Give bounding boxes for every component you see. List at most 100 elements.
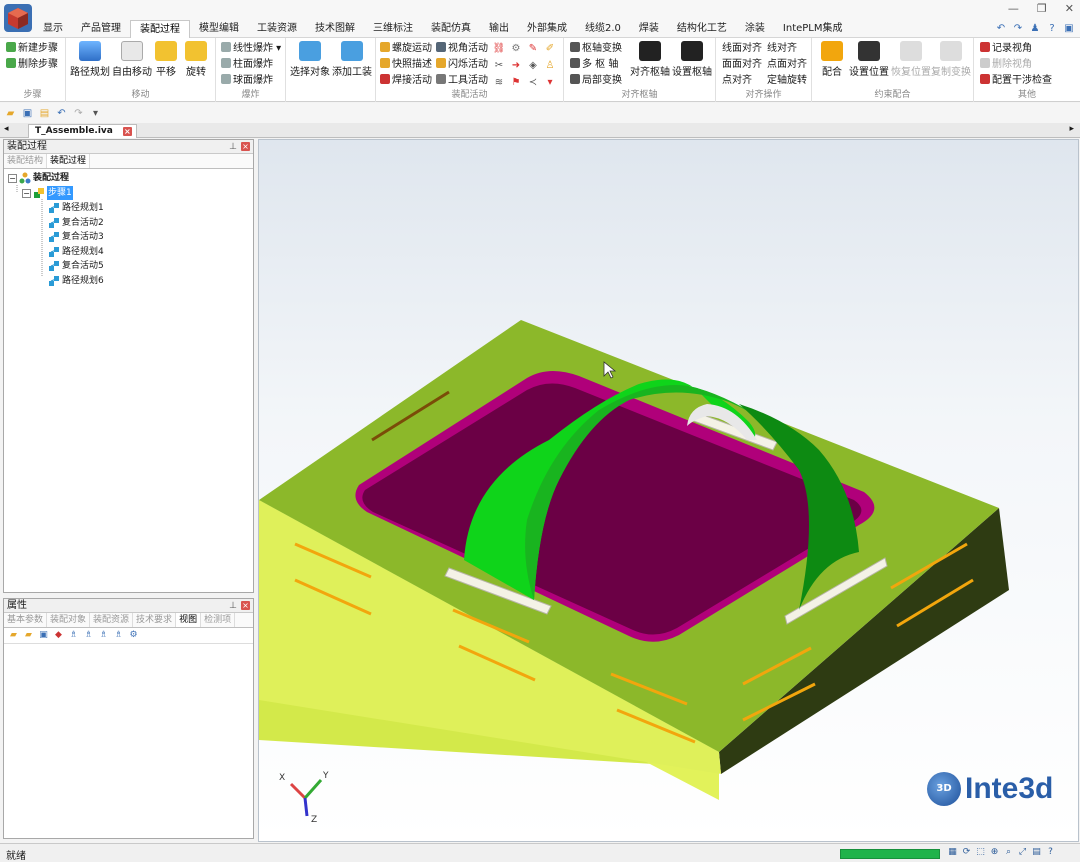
interference-check-button[interactable]: 配置干涉检查 xyxy=(980,74,1052,88)
view-delete-icon[interactable]: ◆ xyxy=(53,630,64,641)
document-tab[interactable]: T_Assemble.iva × xyxy=(28,124,137,138)
menu-tab[interactable]: 焊装 xyxy=(630,20,668,38)
camera-4-icon[interactable]: ♗ xyxy=(113,630,124,641)
add-tool-button[interactable]: 添加工装 xyxy=(332,41,372,78)
menu-tab[interactable]: 外部集成 xyxy=(518,20,576,38)
link-icon[interactable]: ⛓ xyxy=(492,42,506,56)
camera-3-icon[interactable]: ♗ xyxy=(98,630,109,641)
tab-scroll-right-icon[interactable]: ▸ xyxy=(1069,124,1074,134)
screw-motion-button[interactable]: 螺旋运动 xyxy=(380,42,432,56)
linear-explode-button[interactable]: 线性爆炸 ▾ xyxy=(221,42,281,56)
view-add-icon[interactable]: ▰ xyxy=(8,630,19,641)
assembly-tab[interactable]: 装配结构 xyxy=(4,154,48,168)
record-view-button[interactable]: 记录视角 xyxy=(980,42,1032,56)
minimize-icon[interactable]: — xyxy=(1008,2,1019,15)
new-step-button[interactable]: 新建步骤 xyxy=(6,42,58,56)
grid-icon[interactable]: ▤ xyxy=(1031,847,1042,858)
properties-tab[interactable]: 装配资源 xyxy=(90,613,134,627)
sphere-explode-button[interactable]: 球面爆炸 xyxy=(221,74,273,88)
menu-tab[interactable]: 线缆2.0 xyxy=(576,20,630,38)
view-activity-button[interactable]: 视角活动 xyxy=(436,42,488,56)
point-align-button[interactable]: 点对齐 xyxy=(722,74,752,88)
rotate-view-icon[interactable]: ⟳ xyxy=(961,847,972,858)
tab-scroll-left-icon[interactable]: ◂ xyxy=(4,124,9,134)
open-icon[interactable]: ▰ xyxy=(4,107,17,120)
set-position-button[interactable]: 设置位置 xyxy=(848,41,890,78)
gear-icon[interactable]: ⚙ xyxy=(509,42,523,56)
path-planning-button[interactable]: 路径规划 xyxy=(70,41,110,78)
assembly-tab[interactable]: 装配过程 xyxy=(47,154,91,168)
tool-activity-button[interactable]: 工具活动 xyxy=(436,74,488,88)
undo-icon[interactable]: ↶ xyxy=(994,22,1008,36)
local-transform-button[interactable]: 局部变换 xyxy=(570,74,622,88)
zoom-icon[interactable]: ⌕ xyxy=(1003,847,1014,858)
camera-1-icon[interactable]: ♗ xyxy=(68,630,79,641)
menu-tab[interactable]: 装配过程 xyxy=(130,20,190,38)
help-icon[interactable]: ? xyxy=(1045,22,1059,36)
close-panel-icon[interactable]: × xyxy=(241,601,250,610)
zoom-in-icon[interactable]: ⊕ xyxy=(989,847,1000,858)
menu-tab[interactable]: 显示 xyxy=(34,20,72,38)
axis-rotate-button[interactable]: 定轴旋转 xyxy=(767,74,807,88)
redo-icon[interactable]: ↷ xyxy=(72,107,85,120)
save-icon[interactable]: ▣ xyxy=(21,107,34,120)
model-scene[interactable] xyxy=(259,140,1079,842)
menu-tab[interactable]: IntePLM集成 xyxy=(774,20,852,38)
mate-button[interactable]: 配合 xyxy=(816,41,848,78)
menu-tab[interactable]: 产品管理 xyxy=(72,20,130,38)
weld-activity-button[interactable]: 焊接活动 xyxy=(380,74,432,88)
set-pivot-button[interactable]: 设置枢轴 xyxy=(672,41,712,78)
properties-tab[interactable]: 检测项 xyxy=(201,613,236,627)
align-pivot-button[interactable]: 对齐枢轴 xyxy=(630,41,670,78)
arrow-icon[interactable]: ➜ xyxy=(509,59,523,73)
menu-tab[interactable]: 输出 xyxy=(480,20,518,38)
select-mode-icon[interactable]: ⬚ xyxy=(975,847,986,858)
select-object-button[interactable]: 选择对象 xyxy=(290,41,330,78)
multi-pivot-button[interactable]: 多 枢 轴 xyxy=(570,58,618,72)
drop-icon[interactable]: ◈ xyxy=(526,59,540,73)
menu-tab[interactable]: 工装资源 xyxy=(248,20,306,38)
properties-tab[interactable]: 装配对象 xyxy=(47,613,91,627)
delete-step-button[interactable]: 删除步骤 xyxy=(6,58,58,72)
settings-icon[interactable]: ▣ xyxy=(1062,22,1076,36)
user-icon[interactable]: ♟ xyxy=(1028,22,1042,36)
properties-tab[interactable]: 技术要求 xyxy=(133,613,177,627)
view-edit-icon[interactable]: ▰ xyxy=(23,630,34,641)
menu-tab[interactable]: 装配仿真 xyxy=(422,20,480,38)
camera-2-icon[interactable]: ♗ xyxy=(83,630,94,641)
brush-icon[interactable]: ✐ xyxy=(543,42,557,56)
person-icon[interactable]: ♙ xyxy=(543,59,557,73)
point-plane-align-button[interactable]: 点面对齐 xyxy=(767,58,807,72)
line-align-button[interactable]: 线对齐 xyxy=(767,42,797,56)
rotate-button[interactable]: 旋转 xyxy=(184,41,208,78)
view-mode-icon[interactable]: ▦ xyxy=(947,847,958,858)
redo-icon[interactable]: ↷ xyxy=(1011,22,1025,36)
plane-align-button[interactable]: 面面对齐 xyxy=(722,58,762,72)
undo-icon[interactable]: ↶ xyxy=(55,107,68,120)
gear-icon[interactable]: ⚙ xyxy=(128,630,139,641)
flash-activity-button[interactable]: 闪烁活动 xyxy=(436,58,488,72)
translate-button[interactable]: 平移 xyxy=(154,41,178,78)
free-move-button[interactable]: 自由移动 xyxy=(112,41,152,78)
help-icon[interactable]: ? xyxy=(1045,847,1056,858)
pin-icon[interactable]: ⊥ xyxy=(229,600,237,613)
restore-icon[interactable]: ❐ xyxy=(1037,2,1047,15)
close-tab-icon[interactable]: × xyxy=(122,127,132,136)
menu-tab[interactable]: 技术图解 xyxy=(306,20,364,38)
scissors-icon[interactable]: ✂ xyxy=(492,59,506,73)
close-panel-icon[interactable]: × xyxy=(241,142,250,151)
menu-tab[interactable]: 涂装 xyxy=(736,20,774,38)
pin-icon[interactable]: ⊥ xyxy=(229,141,237,154)
properties-tab[interactable]: 视图 xyxy=(176,613,202,627)
app-logo-icon[interactable] xyxy=(2,2,34,34)
close-icon[interactable]: ✕ xyxy=(1065,2,1074,15)
3d-viewport[interactable]: X Y Z 3D Inte3d xyxy=(258,139,1079,842)
view-refresh-icon[interactable]: ▣ xyxy=(38,630,49,641)
properties-tab[interactable]: 基本参数 xyxy=(4,613,48,627)
pivot-transform-button[interactable]: 枢轴变换 xyxy=(570,42,622,56)
save-as-icon[interactable]: ▤ xyxy=(38,107,51,120)
menu-tab[interactable]: 三维标注 xyxy=(364,20,422,38)
menu-tab[interactable]: 模型编辑 xyxy=(190,20,248,38)
face-align-button[interactable]: 线面对齐 xyxy=(722,42,762,56)
customize-icon[interactable]: ▾ xyxy=(89,107,102,120)
